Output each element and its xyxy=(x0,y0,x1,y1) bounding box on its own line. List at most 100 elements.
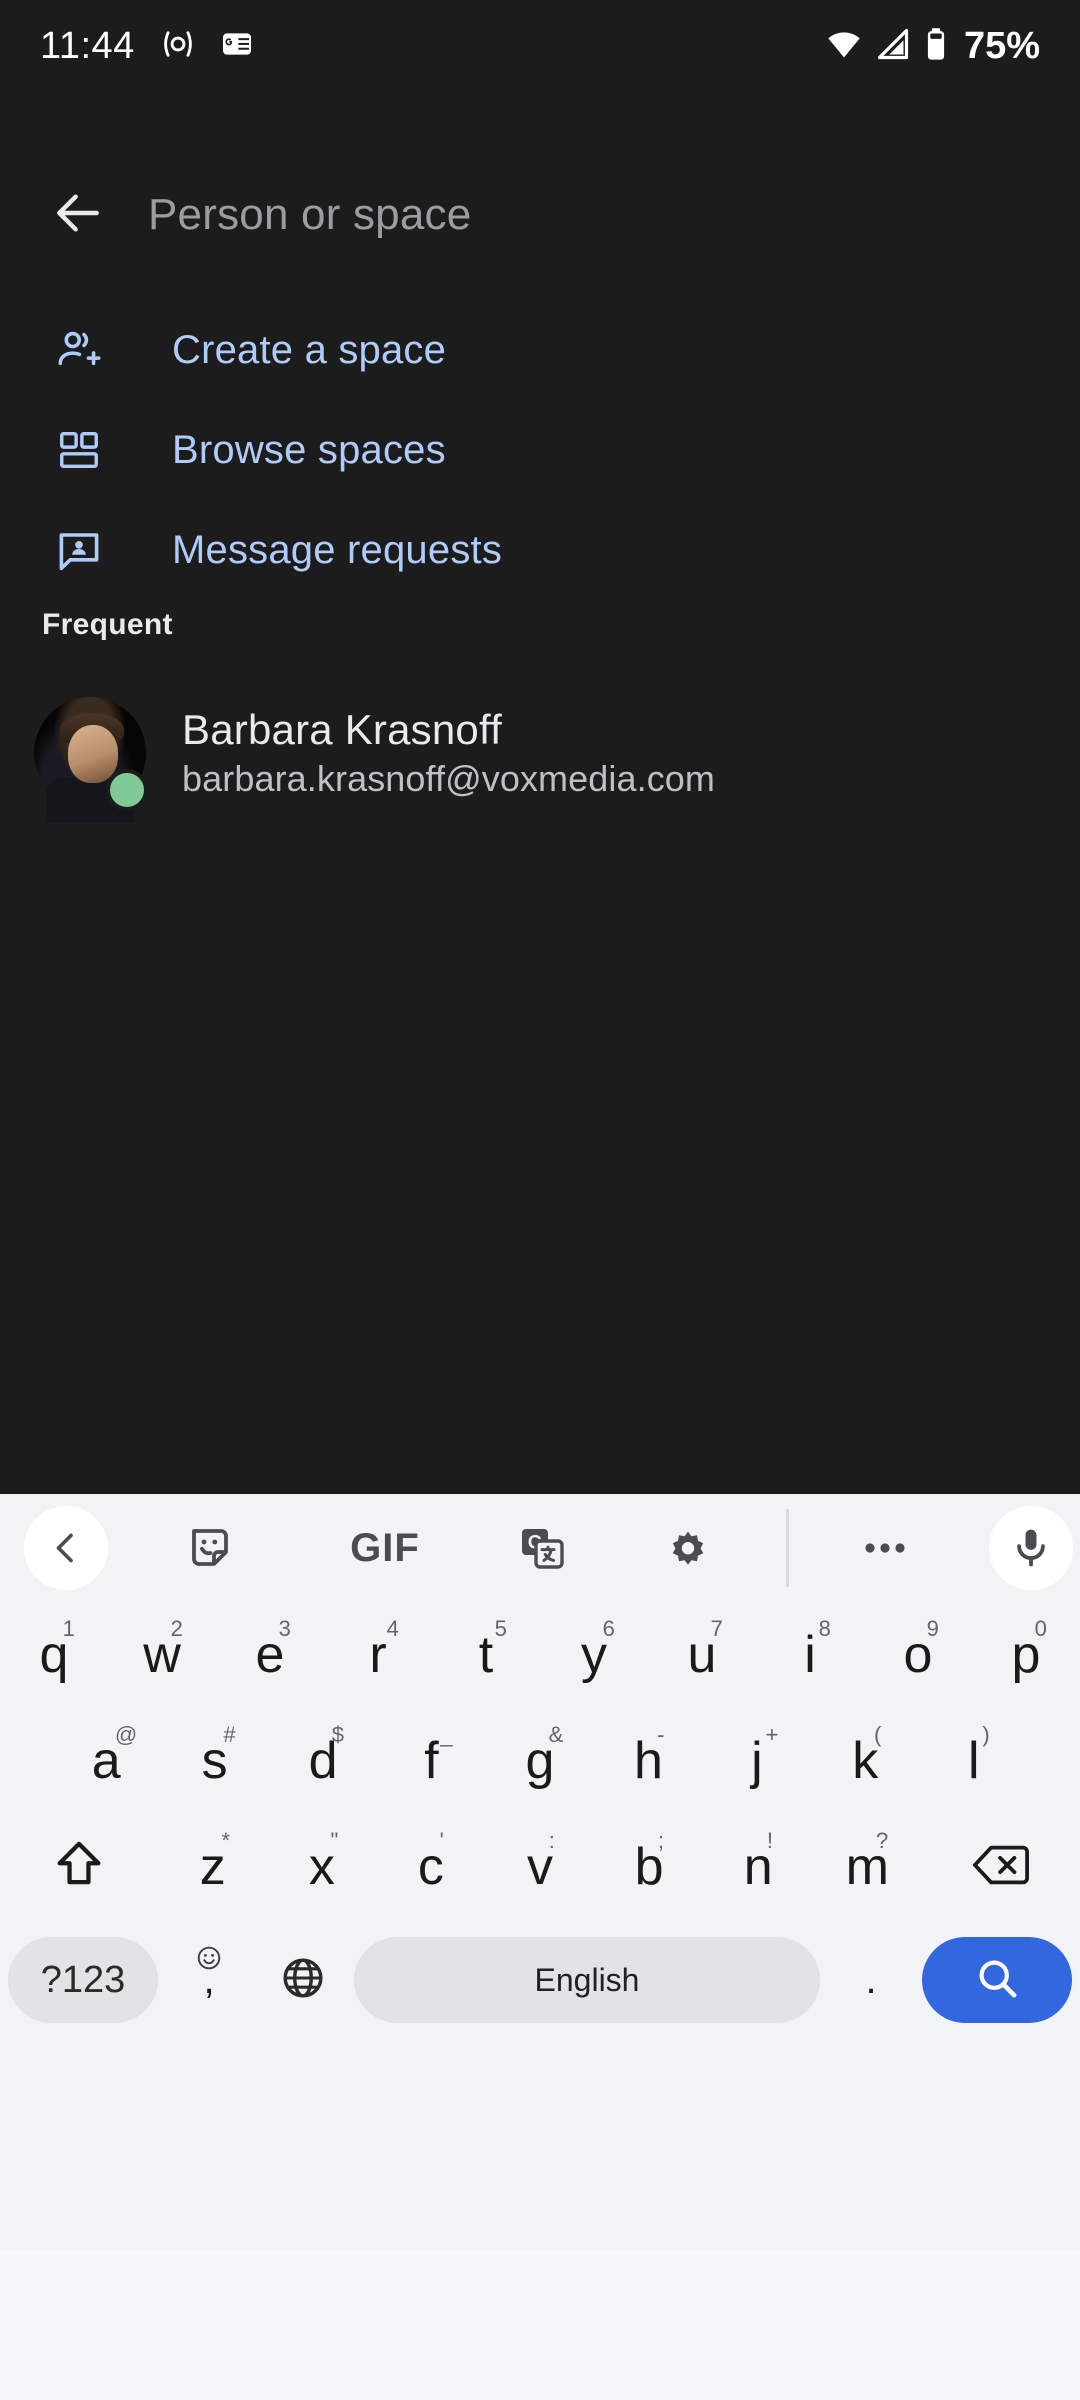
keyboard-row-1: 1 q 2 w 3 e 4 r 5 t 6 y 7 u 8 i 9 o 0 p xyxy=(0,1602,1080,1708)
chat-search-screen: 11:44 75% Person or space Create a space… xyxy=(0,0,1080,1494)
key-m[interactable]: ? m xyxy=(813,1814,922,1920)
menu-item-label: Message requests xyxy=(172,527,503,572)
sticker-icon[interactable] xyxy=(168,1506,252,1590)
contact-details: Barbara Krasnoff barbara.krasnoff@voxmed… xyxy=(182,706,715,800)
key-w[interactable]: 2 w xyxy=(108,1602,216,1708)
key-z[interactable]: * z xyxy=(158,1814,267,1920)
settings-gear-icon[interactable] xyxy=(646,1506,730,1590)
grid-spaces-icon xyxy=(52,423,106,477)
status-bar-right: 75% xyxy=(824,25,1040,68)
message-request-icon xyxy=(52,523,106,577)
key-o[interactable]: 9 o xyxy=(864,1602,972,1708)
wifi-icon xyxy=(824,26,864,67)
key-label: t xyxy=(478,1626,494,1684)
toolbar-divider xyxy=(786,1509,789,1587)
key-hint: * xyxy=(221,1828,231,1853)
battery-icon xyxy=(922,26,950,67)
key-hint: $ xyxy=(331,1722,345,1747)
key-hint: 0 xyxy=(1034,1616,1047,1641)
emoji-icon xyxy=(196,1945,222,1975)
shift-key[interactable] xyxy=(0,1814,158,1920)
key-label: l xyxy=(967,1732,980,1790)
gif-label: GIF xyxy=(350,1525,420,1570)
key-hint: 4 xyxy=(386,1616,399,1641)
key-p[interactable]: 0 p xyxy=(972,1602,1080,1708)
cellular-signal-icon xyxy=(874,26,912,67)
backspace-key[interactable] xyxy=(922,1814,1080,1920)
search-icon xyxy=(973,1954,1021,2007)
key-hint: ) xyxy=(982,1722,990,1747)
key-y[interactable]: 6 y xyxy=(540,1602,648,1708)
key-hint: 9 xyxy=(926,1616,939,1641)
key-hint: - xyxy=(657,1722,665,1747)
section-header-frequent: Frequent xyxy=(42,608,173,641)
key-hint: 3 xyxy=(278,1616,291,1641)
translate-icon[interactable]: G xyxy=(500,1506,584,1590)
key-v[interactable]: : v xyxy=(485,1814,594,1920)
key-r[interactable]: 4 r xyxy=(324,1602,432,1708)
key-hint: ; xyxy=(657,1828,664,1853)
key-b[interactable]: ; b xyxy=(595,1814,704,1920)
key-a[interactable]: @ a xyxy=(52,1708,160,1814)
key-hint: ' xyxy=(439,1828,444,1853)
key-hint: & xyxy=(548,1722,564,1747)
key-e[interactable]: 3 e xyxy=(216,1602,324,1708)
key-d[interactable]: $ d xyxy=(269,1708,377,1814)
battery-percent: 75% xyxy=(963,24,1040,67)
back-button[interactable] xyxy=(22,159,134,271)
key-s[interactable]: # s xyxy=(160,1708,268,1814)
status-bar-left: 11:44 xyxy=(40,25,253,68)
menu-item-create-space[interactable]: Create a space xyxy=(0,300,1080,400)
contact-row[interactable]: Barbara Krasnoff barbara.krasnoff@voxmed… xyxy=(0,688,1080,823)
key-j[interactable]: + j xyxy=(703,1708,811,1814)
key-hint: @ xyxy=(114,1722,138,1747)
menu-item-browse-spaces[interactable]: Browse spaces xyxy=(0,400,1080,500)
comma-key[interactable]: , xyxy=(166,1937,252,2023)
menu-item-message-requests[interactable]: Message requests xyxy=(0,500,1080,600)
key-t[interactable]: 5 t xyxy=(432,1602,540,1708)
key-l[interactable]: ) l xyxy=(920,1708,1028,1814)
gif-icon[interactable]: GIF xyxy=(330,1506,440,1590)
status-bar: 11:44 75% xyxy=(0,0,1080,92)
language-switch-key[interactable] xyxy=(260,1937,346,2023)
key-c[interactable]: ' c xyxy=(376,1814,485,1920)
key-q[interactable]: 1 q xyxy=(0,1602,108,1708)
key-hint: 1 xyxy=(62,1616,75,1641)
key-h[interactable]: - h xyxy=(594,1708,702,1814)
search-header: Person or space xyxy=(0,150,1080,280)
period-key[interactable]: . xyxy=(828,1937,914,2023)
keyboard-toolbar: GIF G xyxy=(0,1494,1080,1602)
overflow-menu-icon[interactable] xyxy=(843,1506,927,1590)
key-i[interactable]: 8 i xyxy=(756,1602,864,1708)
navigation-gesture-area xyxy=(0,2250,1080,2400)
person-add-icon xyxy=(52,323,106,377)
key-x[interactable]: " x xyxy=(267,1814,376,1920)
key-hint: 6 xyxy=(602,1616,615,1641)
collapse-toolbar-icon[interactable] xyxy=(24,1506,108,1590)
key-n[interactable]: ! n xyxy=(704,1814,813,1920)
search-input[interactable]: Person or space xyxy=(148,190,471,240)
keyboard-row-4: ?123 , English . xyxy=(0,1920,1080,2040)
key-hint: ? xyxy=(876,1828,889,1853)
key-hint: ( xyxy=(873,1722,882,1747)
presence-badge-available xyxy=(106,769,148,811)
contact-email: barbara.krasnoff@voxmedia.com xyxy=(182,758,716,799)
key-g[interactable]: & g xyxy=(486,1708,594,1814)
symbols-key[interactable]: ?123 xyxy=(8,1937,158,2023)
microphone-icon[interactable] xyxy=(989,1506,1073,1590)
menu-item-label: Create a space xyxy=(172,327,447,372)
key-label: j xyxy=(751,1732,763,1790)
key-f[interactable]: _ f xyxy=(377,1708,485,1814)
key-hint: " xyxy=(330,1828,339,1853)
search-enter-key[interactable] xyxy=(922,1937,1072,2023)
backspace-icon xyxy=(972,1842,1030,1893)
key-u[interactable]: 7 u xyxy=(648,1602,756,1708)
key-hint: 7 xyxy=(710,1616,723,1641)
keyboard-row-2: @ a # s $ d _ f & g - h + j ( k) l xyxy=(0,1708,1080,1814)
key-k[interactable]: ( k xyxy=(811,1708,919,1814)
key-hint: + xyxy=(765,1722,779,1747)
virtual-keyboard: GIF G xyxy=(0,1494,1080,2250)
cast-icon xyxy=(161,27,195,66)
back-arrow-icon xyxy=(50,185,106,246)
space-key[interactable]: English xyxy=(354,1937,820,2023)
